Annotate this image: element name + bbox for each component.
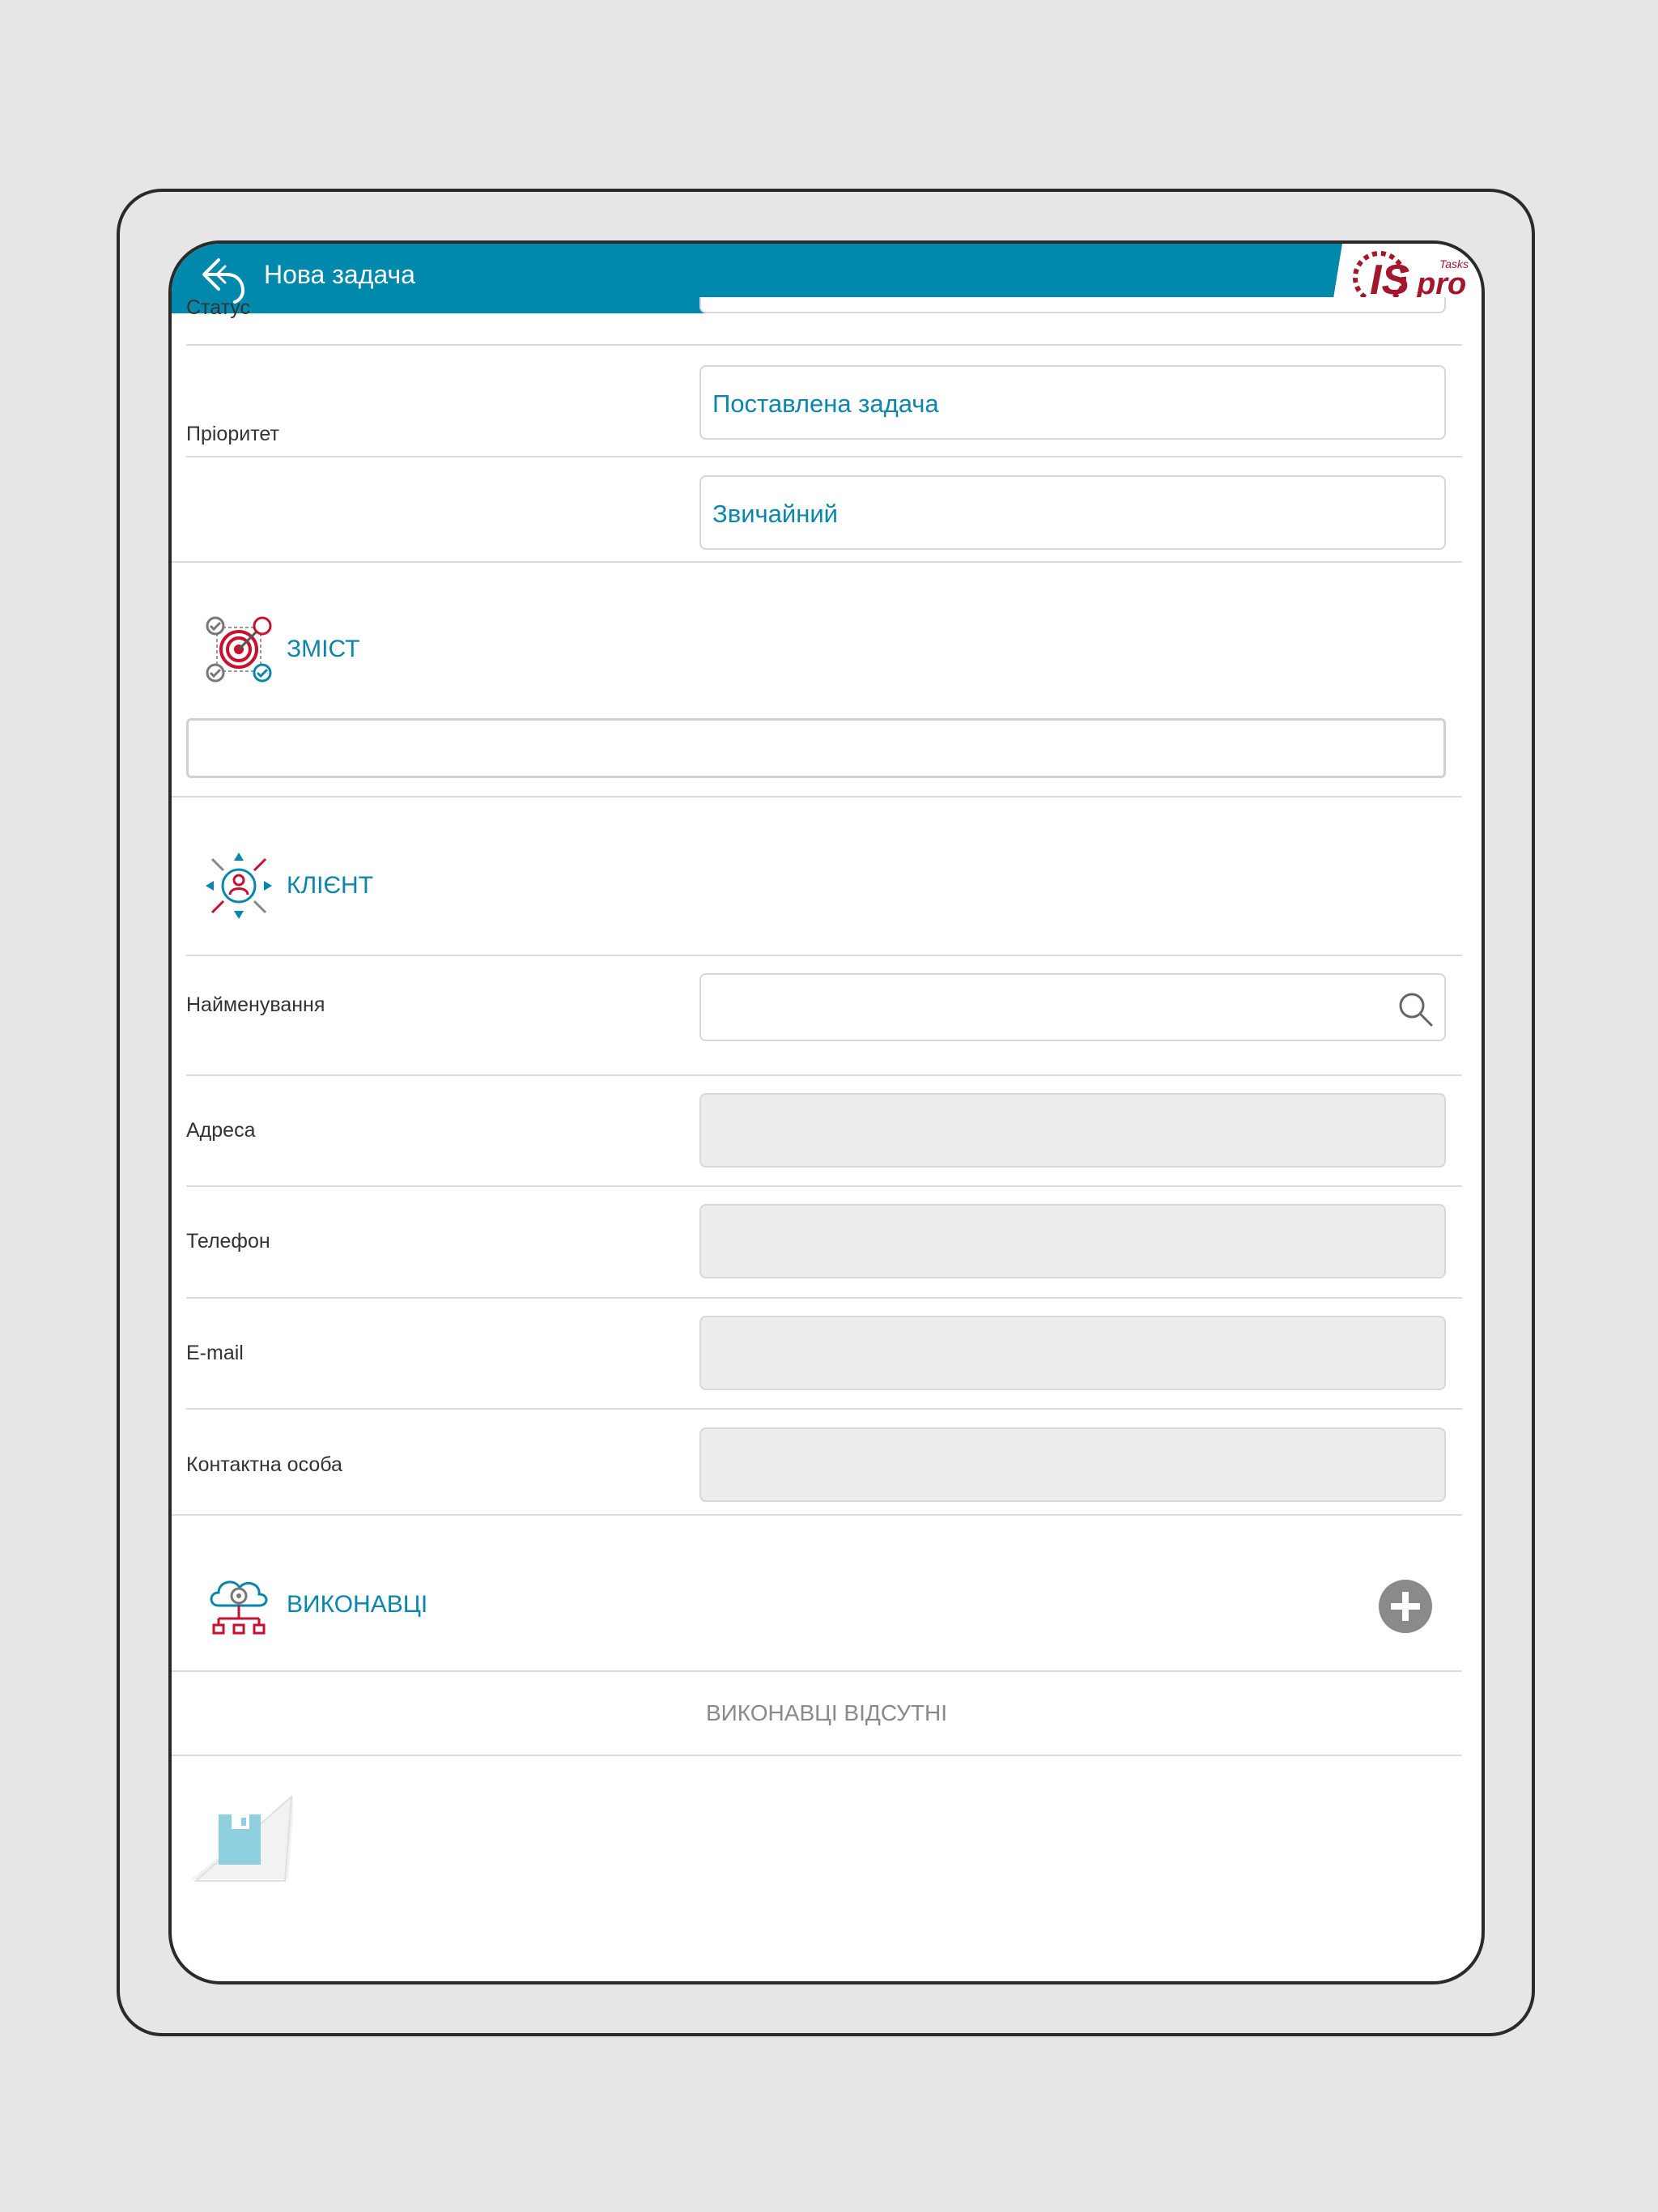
svg-text:Tasks: Tasks — [1439, 257, 1469, 270]
priority-field[interactable]: Звичайний — [699, 475, 1446, 550]
divider — [186, 344, 1462, 346]
client-contact-field — [699, 1427, 1446, 1502]
executors-empty-message: ВИКОНАВЦІ ВІДСУТНІ — [705, 1700, 948, 1725]
floppy-disk-icon — [219, 1814, 261, 1865]
client-name-field[interactable] — [699, 973, 1446, 1041]
client-email-label: E-mail — [186, 1342, 244, 1364]
divider — [186, 1185, 1462, 1187]
divider — [186, 955, 1462, 956]
priority-label: Пріоритет — [186, 423, 279, 445]
client-address-field — [699, 1093, 1446, 1168]
client-email-field — [699, 1316, 1446, 1390]
status-field[interactable]: Поставлена задача — [699, 365, 1446, 440]
form-content: Статус Поставлена задача Пріоритет Звича… — [172, 296, 1482, 1981]
search-icon[interactable] — [1396, 989, 1435, 1028]
client-address-label: Адреса — [186, 1119, 256, 1142]
divider — [186, 1297, 1462, 1299]
app-screen: Нова задача IS pro Tasks Статус Поставле… — [168, 240, 1485, 1984]
status-value: Поставлена задача — [712, 389, 939, 418]
divider — [172, 1755, 1462, 1756]
client-phone-field — [699, 1204, 1446, 1278]
divider — [172, 561, 1462, 563]
client-section-title: КЛІЄНТ — [287, 872, 374, 899]
divider — [186, 1408, 1462, 1410]
executors-section-title: ВИКОНАВЦІ — [287, 1591, 428, 1618]
divider — [186, 1074, 1462, 1076]
content-section-title: ЗМІСТ — [287, 636, 360, 662]
save-button[interactable] — [188, 1794, 295, 1882]
divider — [186, 456, 1462, 457]
client-name-label: Найменування — [186, 993, 325, 1016]
svg-text:pro: pro — [1416, 267, 1466, 301]
client-phone-label: Телефон — [186, 1230, 270, 1253]
page-title: Нова задача — [264, 260, 415, 289]
divider — [172, 1670, 1462, 1672]
priority-value: Звичайний — [712, 500, 838, 528]
prev-field[interactable] — [699, 297, 1446, 313]
divider — [172, 1514, 1462, 1516]
target-icon — [204, 615, 274, 684]
divider — [172, 796, 1462, 798]
cloud-network-icon — [204, 1570, 274, 1640]
client-arrows-icon — [204, 851, 274, 921]
add-executor-button[interactable] — [1379, 1580, 1432, 1633]
client-contact-label: Контактна особа — [186, 1453, 342, 1476]
content-textarea[interactable] — [186, 718, 1446, 778]
status-label: Статус — [186, 296, 251, 319]
